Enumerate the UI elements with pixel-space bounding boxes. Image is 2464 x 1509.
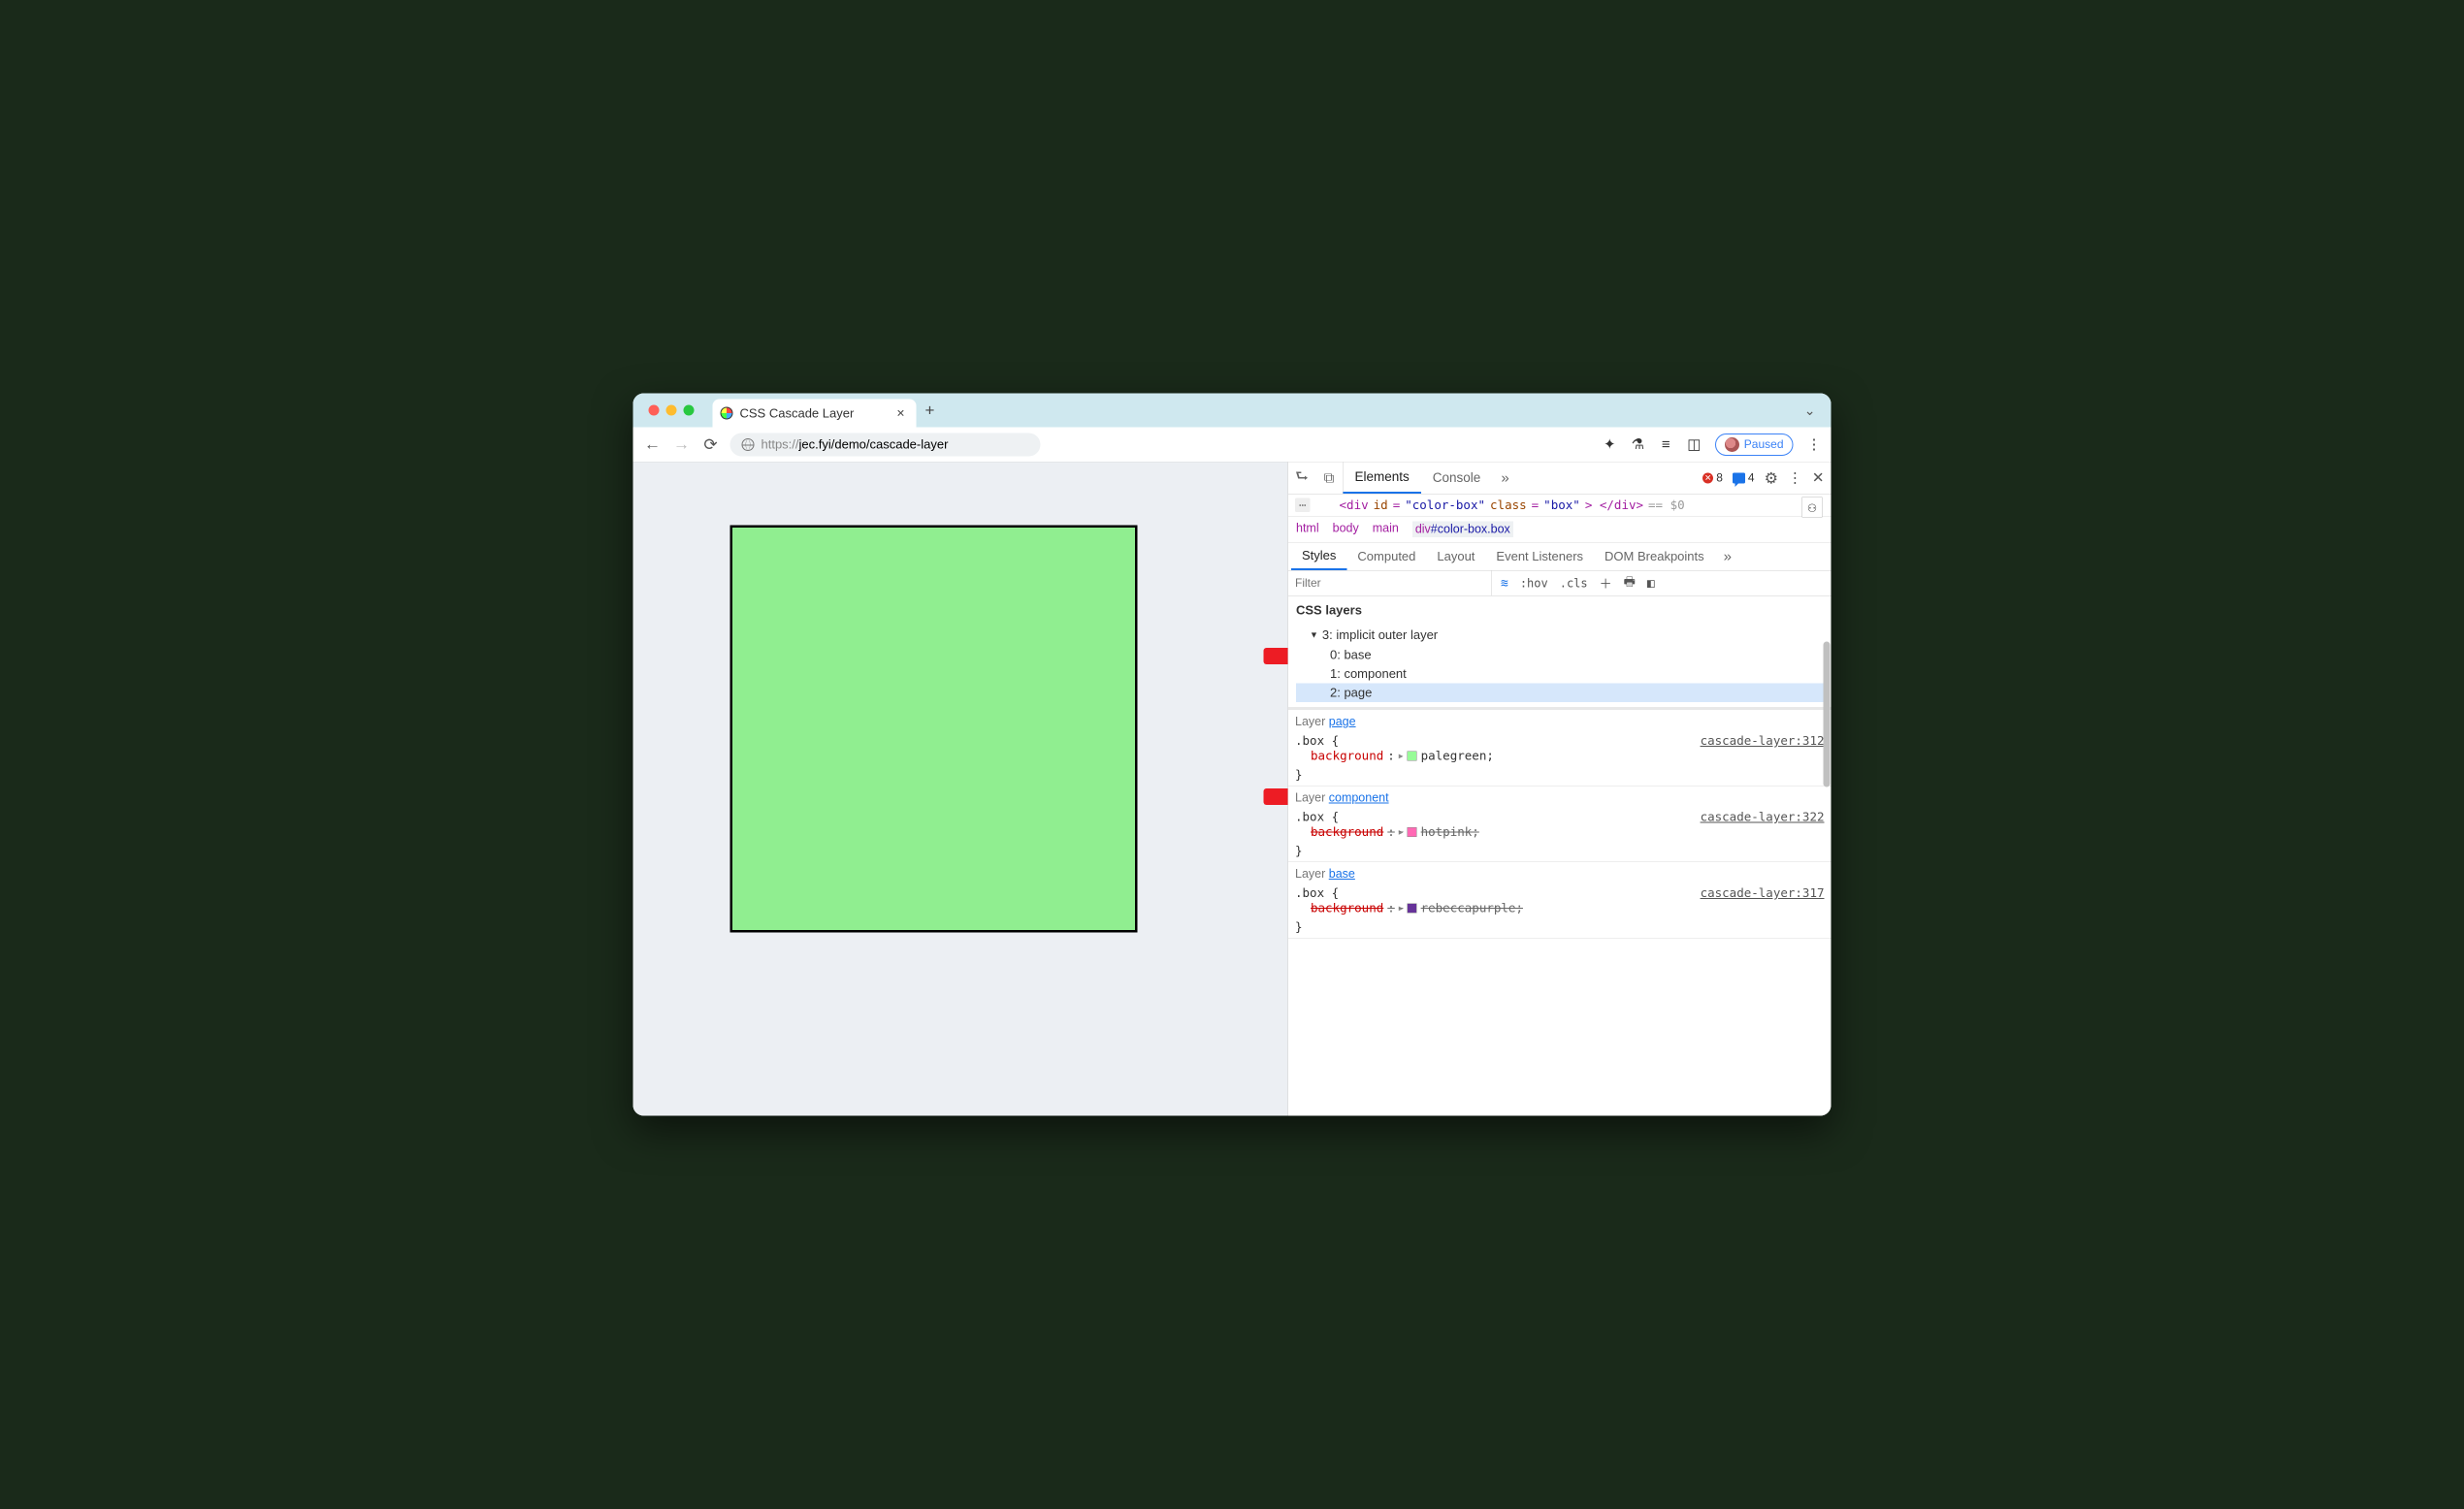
- accessibility-icon[interactable]: ⚇: [1802, 498, 1823, 518]
- site-info-icon[interactable]: [742, 438, 755, 451]
- css-layers-panel: CSS layers ▼3: implicit outer layer 0: b…: [1288, 596, 1832, 711]
- hov-toggle[interactable]: :hov: [1520, 576, 1548, 590]
- css-property[interactable]: background: ▶ palegreen;: [1311, 748, 1825, 764]
- tabs-overflow-icon[interactable]: »: [1492, 463, 1517, 495]
- reveal-ancestors-icon[interactable]: ⋯: [1295, 498, 1311, 513]
- breadcrumb-item[interactable]: body: [1333, 522, 1359, 538]
- source-link[interactable]: cascade-layer:317: [1701, 886, 1825, 901]
- back-button[interactable]: ←: [643, 435, 663, 455]
- window-controls: [641, 405, 699, 416]
- url-field[interactable]: https://jec.fyi/demo/cascade-layer: [730, 433, 1041, 456]
- new-tab-button[interactable]: +: [917, 401, 944, 420]
- breadcrumb-item-selected[interactable]: div#color-box.box: [1412, 522, 1513, 538]
- tab-elements[interactable]: Elements: [1344, 463, 1421, 495]
- layer-item[interactable]: 0: base: [1296, 646, 1824, 665]
- subtab-styles[interactable]: Styles: [1291, 543, 1346, 571]
- content-area: ⮑ ⧉ Elements Console » ✕ 8 4 ⚙ ⋮: [633, 463, 1832, 1116]
- color-swatch-icon[interactable]: [1408, 751, 1417, 760]
- layer-item[interactable]: 1: component: [1296, 664, 1824, 684]
- layer-link[interactable]: component: [1329, 791, 1389, 805]
- playlist-icon[interactable]: ≡: [1659, 437, 1673, 452]
- computed-sidebar-icon[interactable]: 🖶: [1624, 572, 1636, 594]
- error-icon: ✕: [1702, 472, 1713, 483]
- layer-link[interactable]: page: [1329, 715, 1356, 728]
- tab-console[interactable]: Console: [1421, 463, 1493, 495]
- style-rule: Layer page .box { cascade-layer:312 back…: [1288, 710, 1832, 787]
- style-rule: Layer base .box { cascade-layer:317 back…: [1288, 862, 1832, 939]
- cls-toggle[interactable]: .cls: [1560, 576, 1588, 590]
- subtab-event-listeners[interactable]: Event Listeners: [1485, 543, 1594, 571]
- tab-title: CSS Cascade Layer: [740, 405, 887, 421]
- scrollbar-thumb[interactable]: [1824, 642, 1831, 787]
- source-link[interactable]: cascade-layer:312: [1701, 734, 1825, 749]
- color-swatch-icon[interactable]: [1408, 827, 1417, 837]
- message-count[interactable]: 4: [1733, 471, 1755, 485]
- toggle-sidebar-icon[interactable]: ◧: [1647, 576, 1655, 591]
- layer-item-selected[interactable]: 2: page: [1296, 684, 1824, 703]
- subtab-dom-breakpoints[interactable]: DOM Breakpoints: [1594, 543, 1715, 571]
- devtools-main-tabs: ⮑ ⧉ Elements Console » ✕ 8 4 ⚙ ⋮: [1288, 463, 1832, 495]
- styles-filter-row: ≋ :hov .cls ＋ 🖶 ◧: [1288, 571, 1832, 596]
- url-text: https://jec.fyi/demo/cascade-layer: [762, 437, 949, 453]
- color-swatch-icon[interactable]: [1408, 903, 1417, 913]
- dom-source-line[interactable]: ⋯ <div id="color-box" class="box" > </di…: [1288, 495, 1832, 517]
- more-icon[interactable]: ⋮: [1788, 469, 1802, 487]
- new-style-rule-icon[interactable]: ＋: [1600, 574, 1612, 593]
- minimize-window-icon[interactable]: [666, 405, 677, 416]
- color-box: [730, 526, 1138, 933]
- avatar-icon: [1725, 437, 1739, 452]
- devtools-panel: ⮑ ⧉ Elements Console » ✕ 8 4 ⚙ ⋮: [1288, 463, 1832, 1116]
- close-tab-icon[interactable]: ×: [892, 405, 908, 421]
- css-layers-title: CSS layers: [1296, 603, 1824, 619]
- styles-subtabs: Styles Computed Layout Event Listeners D…: [1288, 543, 1832, 571]
- breadcrumb-item[interactable]: main: [1373, 522, 1399, 538]
- browser-window: CSS Cascade Layer × + ⌄ ← → ⟳ https://je…: [633, 394, 1832, 1116]
- subtab-layout[interactable]: Layout: [1426, 543, 1485, 571]
- styles-filter-input[interactable]: [1288, 571, 1492, 596]
- settings-icon[interactable]: ⚙: [1765, 468, 1778, 487]
- layer-root[interactable]: ▼3: implicit outer layer: [1296, 625, 1824, 646]
- inspect-tool-icon[interactable]: ⮑: [1288, 463, 1315, 495]
- layers-toggle-icon[interactable]: ≋: [1501, 576, 1508, 591]
- maximize-window-icon[interactable]: [684, 405, 695, 416]
- toolbar-icons: ✦ ⚗ ≡ ◫ Paused ⋮: [1603, 433, 1822, 456]
- titlebar: CSS Cascade Layer × + ⌄: [633, 394, 1832, 428]
- layer-link[interactable]: base: [1329, 867, 1355, 881]
- css-property-overridden[interactable]: background: ▶ hotpink;: [1311, 824, 1825, 841]
- address-bar: ← → ⟳ https://jec.fyi/demo/cascade-layer…: [633, 428, 1832, 463]
- extensions-icon[interactable]: ✦: [1603, 437, 1617, 452]
- subtab-computed[interactable]: Computed: [1346, 543, 1426, 571]
- message-icon: [1733, 472, 1745, 483]
- profile-paused-chip[interactable]: Paused: [1715, 433, 1794, 456]
- style-rule: Layer component .box { cascade-layer:322…: [1288, 787, 1832, 863]
- favicon-icon: [721, 407, 733, 420]
- error-count[interactable]: ✕ 8: [1702, 471, 1723, 485]
- subtabs-overflow-icon[interactable]: »: [1715, 543, 1740, 571]
- flask-icon[interactable]: ⚗: [1631, 437, 1645, 452]
- source-link[interactable]: cascade-layer:322: [1701, 810, 1825, 824]
- close-window-icon[interactable]: [649, 405, 660, 416]
- panel-icon[interactable]: ◫: [1687, 437, 1702, 452]
- browser-tab[interactable]: CSS Cascade Layer ×: [713, 400, 917, 428]
- breadcrumb-item[interactable]: html: [1296, 522, 1319, 538]
- page-viewport: [633, 463, 1288, 1116]
- forward-button[interactable]: →: [672, 435, 692, 455]
- reload-button[interactable]: ⟳: [701, 434, 721, 454]
- expand-tabs-icon[interactable]: ⌄: [1804, 402, 1824, 419]
- close-devtools-icon[interactable]: ✕: [1812, 469, 1825, 487]
- menu-icon[interactable]: ⋮: [1807, 437, 1822, 452]
- css-property-overridden[interactable]: background: ▶ rebeccapurple;: [1311, 900, 1825, 916]
- device-toolbar-icon[interactable]: ⧉: [1315, 463, 1343, 495]
- dom-breadcrumb: html body main div#color-box.box: [1288, 516, 1832, 543]
